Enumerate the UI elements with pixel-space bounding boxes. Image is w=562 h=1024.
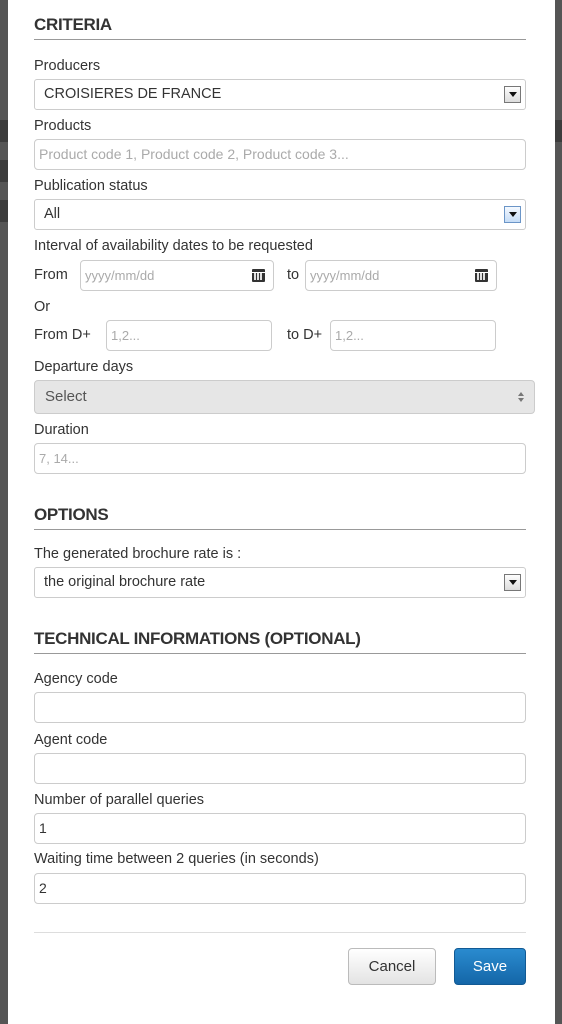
- products-placeholder: Product code 1, Product code 2, Product …: [39, 146, 349, 162]
- interval-label: Interval of availability dates to be req…: [34, 238, 313, 254]
- backdrop-fragment: [555, 120, 562, 142]
- to-date-input[interactable]: yyyy/mm/dd: [305, 260, 497, 291]
- select-caret-icon: [518, 390, 524, 404]
- publication-status-select[interactable]: All: [34, 199, 526, 230]
- producers-label: Producers: [34, 58, 101, 74]
- export-settings-modal: CRITERIA Producers CROISIERES DE FRANCE …: [8, 0, 555, 1024]
- parallel-queries-input[interactable]: 1: [34, 813, 526, 844]
- to-date-placeholder: yyyy/mm/dd: [310, 268, 380, 283]
- backdrop-fragment: [0, 120, 8, 142]
- backdrop-fragment: [0, 200, 8, 222]
- publication-status-label: Publication status: [34, 178, 148, 194]
- calendar-icon[interactable]: [252, 269, 265, 282]
- duration-input[interactable]: 7, 14...: [34, 443, 526, 474]
- publication-status-value: All: [44, 206, 61, 222]
- dropdown-arrow-icon[interactable]: [504, 574, 521, 591]
- agency-code-input[interactable]: [34, 692, 526, 723]
- from-label: From: [34, 267, 68, 283]
- from-d-placeholder: 1,2...: [111, 328, 140, 343]
- to-d-placeholder: 1,2...: [335, 328, 364, 343]
- footer-divider: [34, 932, 526, 933]
- products-label: Products: [34, 118, 92, 134]
- cancel-button[interactable]: Cancel: [348, 948, 436, 985]
- to-label: to: [287, 267, 300, 283]
- brochure-rate-value: the original brochure rate: [44, 574, 206, 590]
- options-section-title: OPTIONS: [34, 505, 526, 530]
- from-date-placeholder: yyyy/mm/dd: [85, 268, 155, 283]
- backdrop-fragment: [0, 160, 8, 182]
- agent-code-label: Agent code: [34, 732, 108, 748]
- products-input[interactable]: Product code 1, Product code 2, Product …: [34, 139, 526, 170]
- to-d-input[interactable]: 1,2...: [330, 320, 496, 351]
- duration-placeholder: 7, 14...: [39, 451, 79, 466]
- from-date-input[interactable]: yyyy/mm/dd: [80, 260, 274, 291]
- producers-value: CROISIERES DE FRANCE: [44, 86, 222, 102]
- agency-code-label: Agency code: [34, 671, 118, 687]
- brochure-rate-label: The generated brochure rate is :: [34, 546, 242, 562]
- waiting-time-label: Waiting time between 2 queries (in secon…: [34, 851, 319, 867]
- criteria-section-title: CRITERIA: [34, 15, 526, 40]
- brochure-rate-select[interactable]: the original brochure rate: [34, 567, 526, 598]
- waiting-time-input[interactable]: 2: [34, 873, 526, 904]
- departure-days-label: Departure days: [34, 359, 134, 375]
- from-d-input[interactable]: 1,2...: [106, 320, 272, 351]
- producers-select[interactable]: CROISIERES DE FRANCE: [34, 79, 526, 110]
- dropdown-arrow-icon[interactable]: [504, 86, 521, 103]
- parallel-queries-label: Number of parallel queries: [34, 792, 205, 808]
- to-d-label: to D+: [287, 327, 323, 343]
- save-button[interactable]: Save: [454, 948, 526, 985]
- technical-section-title: TECHNICAL INFORMATIONS (OPTIONAL): [34, 629, 526, 654]
- departure-days-value: Select: [45, 388, 87, 405]
- from-d-label: From D+: [34, 327, 91, 343]
- agent-code-input[interactable]: [34, 753, 526, 784]
- or-label: Or: [34, 299, 51, 315]
- duration-label: Duration: [34, 422, 89, 438]
- calendar-icon[interactable]: [475, 269, 488, 282]
- departure-days-select[interactable]: Select: [34, 380, 535, 414]
- backdrop-left: [0, 0, 8, 1024]
- dropdown-arrow-icon[interactable]: [504, 206, 521, 223]
- backdrop-right: [555, 0, 562, 1024]
